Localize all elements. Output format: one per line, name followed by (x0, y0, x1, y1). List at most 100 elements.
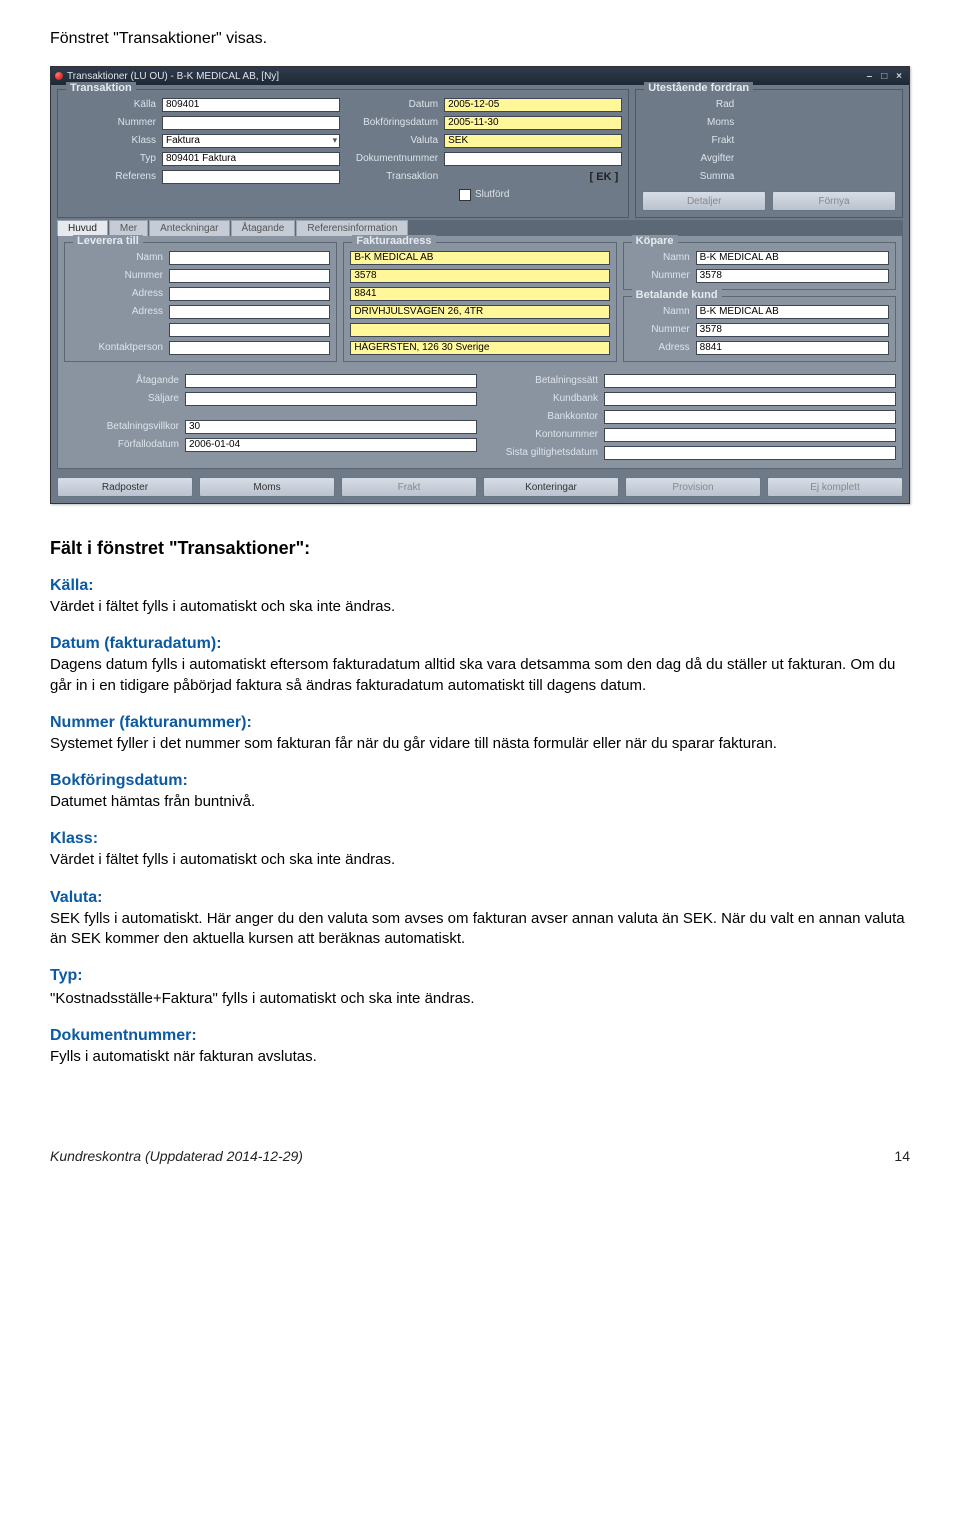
field-klass[interactable]: Faktura (162, 134, 340, 148)
b-valuta: SEK fylls i automatiskt. Här anger du de… (50, 909, 910, 950)
page-footer: Kundreskontra (Uppdaterad 2014-12-29) 14 (50, 1148, 910, 1164)
lbl-kalla: Källa (64, 99, 162, 110)
lbl-lev-nummer: Nummer (71, 270, 169, 281)
close-icon[interactable]: × (893, 71, 905, 82)
lbl-avgifter: Avgifter (642, 153, 740, 164)
moms-button[interactable]: Moms (199, 477, 335, 497)
ejkomplett-button[interactable]: Ej komplett (767, 477, 903, 497)
b-dok: Fylls i automatiskt när fakturan avsluta… (50, 1047, 910, 1067)
app-icon (55, 72, 63, 80)
field-lev-nummer[interactable] (169, 269, 330, 283)
tab-atagande[interactable]: Åtagande (231, 220, 296, 236)
field-kundbank[interactable] (604, 392, 896, 406)
lbl-atagande: Åtagande (64, 375, 185, 386)
lbl-moms: Moms (642, 117, 740, 128)
field-typ[interactable]: 809401 Faktura (162, 152, 340, 166)
group-betalande: Betalande kund NamnB-K MEDICAL AB Nummer… (623, 296, 896, 362)
field-nummer[interactable] (162, 116, 340, 130)
slutford-check[interactable]: Slutförd (459, 189, 509, 201)
provision-button[interactable]: Provision (625, 477, 761, 497)
group-kopare: Köpare NamnB-K MEDICAL AB Nummer3578 (623, 242, 896, 290)
field-kop-nummer[interactable]: 3578 (696, 269, 889, 283)
lbl-lev-adress2: Adress (71, 306, 169, 317)
radposter-button[interactable]: Radposter (57, 477, 193, 497)
fa-2[interactable]: 3578 (350, 269, 609, 283)
field-kop-namn[interactable]: B-K MEDICAL AB (696, 251, 889, 265)
field-lev-adress[interactable] (169, 287, 330, 301)
field-kontakt[interactable] (169, 341, 330, 355)
tab-ref[interactable]: Referensinformation (296, 220, 408, 236)
lbl-frakt: Frakt (642, 135, 740, 146)
field-konto[interactable] (604, 428, 896, 442)
h-klass: Klass: (50, 830, 910, 848)
lbl-sista: Sista giltighetsdatum (483, 447, 604, 458)
field-bet-namn[interactable]: B-K MEDICAL AB (696, 305, 889, 319)
fa-1[interactable]: B-K MEDICAL AB (350, 251, 609, 265)
konteringar-button[interactable]: Konteringar (483, 477, 619, 497)
lbl-datum: Datum (346, 99, 444, 110)
lbl-bet-nummer: Nummer (630, 324, 696, 335)
maximize-icon[interactable]: □ (878, 71, 890, 82)
field-atagande[interactable] (185, 374, 477, 388)
group-leverera: Leverera till Namn Nummer Adress Adress … (64, 242, 337, 362)
field-sista[interactable] (604, 446, 896, 460)
tab-anteck[interactable]: Anteckningar (149, 220, 229, 236)
field-doknr[interactable] (444, 152, 622, 166)
app-window: Transaktioner (LU OU) - B-K MEDICAL AB, … (50, 66, 910, 504)
field-lev-adress2[interactable] (169, 305, 330, 319)
group-title-fakturaadr: Fakturaadress (352, 235, 435, 247)
tab-mer[interactable]: Mer (109, 220, 148, 236)
b-kalla: Värdet i fältet fylls i automatiskt och … (50, 597, 910, 617)
lbl-summa: Summa (642, 171, 740, 182)
bottom-buttons: Radposter Moms Frakt Konteringar Provisi… (51, 473, 909, 503)
intro-text: Fönstret "Transaktioner" visas. (50, 30, 910, 48)
ek-button[interactable]: [ EK ] (590, 171, 619, 183)
lower-panel: Leverera till Namn Nummer Adress Adress … (57, 236, 903, 469)
minimize-icon[interactable]: – (863, 71, 875, 82)
section-heading: Fält i fönstret "Transaktioner": (50, 538, 910, 559)
b-klass: Värdet i fältet fylls i automatiskt och … (50, 850, 910, 870)
group-transaktion: Transaktion Källa809401 Nummer KlassFakt… (57, 89, 629, 218)
field-datum[interactable]: 2005-12-05 (444, 98, 622, 112)
lbl-bet-namn: Namn (630, 306, 696, 317)
field-forfall[interactable]: 2006-01-04 (185, 438, 477, 452)
field-lev-namn[interactable] (169, 251, 330, 265)
lbl-referens: Referens (64, 171, 162, 182)
field-bankkontor[interactable] (604, 410, 896, 424)
lbl-konto: Kontonummer (483, 429, 604, 440)
h-dok: Dokumentnummer: (50, 1027, 910, 1045)
h-valuta: Valuta: (50, 889, 910, 907)
field-lev-blank[interactable] (169, 323, 330, 337)
h-bokf: Bokföringsdatum: (50, 772, 910, 790)
tab-strip: Huvud Mer Anteckningar Åtagande Referens… (57, 220, 903, 236)
field-kalla[interactable]: 809401 (162, 98, 340, 112)
window-buttons: – □ × (863, 71, 905, 82)
field-valuta[interactable]: SEK (444, 134, 622, 148)
lbl-forfall: Förfallodatum (64, 439, 185, 450)
tab-huvud[interactable]: Huvud (57, 220, 108, 236)
field-bokf[interactable]: 2005-11-30 (444, 116, 622, 130)
h-datum: Datum (fakturadatum): (50, 635, 910, 653)
fa-6[interactable]: HÄGERSTEN, 126 30 Sverige (350, 341, 609, 355)
field-saljare[interactable] (185, 392, 477, 406)
b-nummer: Systemet fyller i det nummer som faktura… (50, 734, 910, 754)
footer-left: Kundreskontra (Uppdaterad 2014-12-29) (50, 1148, 303, 1164)
frakt-button[interactable]: Frakt (341, 477, 477, 497)
field-villkor[interactable]: 30 (185, 420, 477, 434)
lbl-typ: Typ (64, 153, 162, 164)
fa-3[interactable]: 8841 (350, 287, 609, 301)
h-nummer: Nummer (fakturanummer): (50, 714, 910, 732)
h-kalla: Källa: (50, 577, 910, 595)
b-datum: Dagens datum fylls i automatiskt efterso… (50, 655, 910, 696)
detaljer-button[interactable]: Detaljer (642, 191, 766, 211)
field-bet-nummer[interactable]: 3578 (696, 323, 889, 337)
group-title-betalande: Betalande kund (632, 289, 722, 301)
fornya-button[interactable]: Förnya (772, 191, 896, 211)
field-referens[interactable] (162, 170, 340, 184)
fa-5[interactable] (350, 323, 609, 337)
fa-4[interactable]: DRIVHJULSVÄGEN 26, 4TR (350, 305, 609, 319)
lbl-rad: Rad (642, 99, 740, 110)
field-bet-adress[interactable]: 8841 (696, 341, 889, 355)
field-betsatt[interactable] (604, 374, 896, 388)
lbl-doknr: Dokumentnummer (346, 153, 444, 164)
